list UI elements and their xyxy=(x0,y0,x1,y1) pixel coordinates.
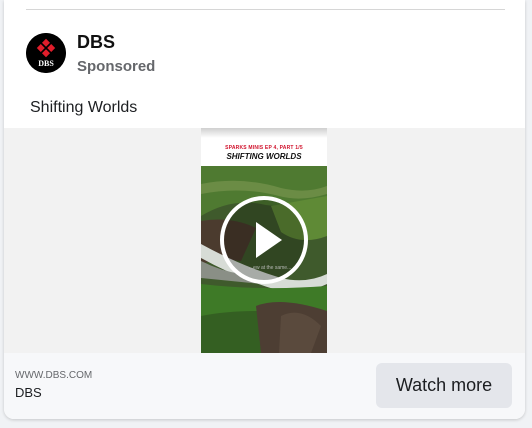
logo-text: DBS xyxy=(38,59,54,68)
link-title[interactable]: DBS xyxy=(15,385,42,400)
sponsored-label[interactable]: Sponsored xyxy=(77,58,155,75)
media-area[interactable]: SPARKS MINIS EP 4, PART 1/5 SHIFTING WOR… xyxy=(4,128,525,353)
play-button[interactable] xyxy=(218,194,310,286)
divider xyxy=(26,9,505,10)
video-kicker: SPARKS MINIS EP 4, PART 1/5 xyxy=(225,145,303,151)
link-footer[interactable]: WWW.DBS.COM DBS Watch more xyxy=(4,353,525,419)
advertiser-avatar[interactable]: DBS xyxy=(26,33,66,73)
advertiser-name[interactable]: DBS xyxy=(77,32,115,53)
video-player[interactable]: SPARKS MINIS EP 4, PART 1/5 SHIFTING WOR… xyxy=(201,128,327,353)
video-title-banner: SPARKS MINIS EP 4, PART 1/5 SHIFTING WOR… xyxy=(201,128,327,166)
video-title: SHIFTING WORLDS xyxy=(226,152,302,161)
play-circle-icon xyxy=(220,196,308,284)
link-domain[interactable]: WWW.DBS.COM xyxy=(15,370,92,381)
sponsored-post-card: DBS DBS Sponsored Shifting Worlds SPARKS… xyxy=(4,0,525,419)
post-text: Shifting Worlds xyxy=(30,99,138,116)
dbs-logo-icon: DBS xyxy=(26,33,66,73)
watch-more-button[interactable]: Watch more xyxy=(376,363,512,408)
